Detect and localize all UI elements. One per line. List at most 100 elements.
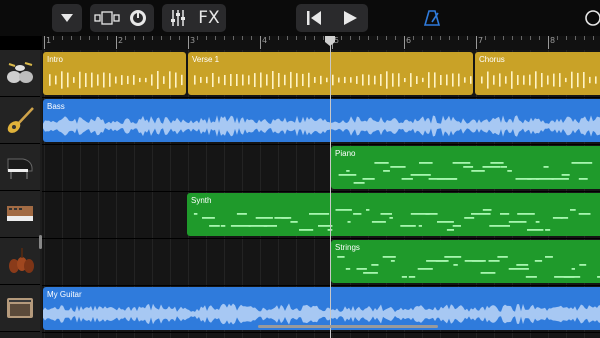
bar-number-6: 6 [406, 36, 412, 45]
fx-button[interactable]: FX [194, 4, 224, 32]
metronome-icon [423, 10, 441, 26]
ruler-tick [71, 36, 72, 40]
ruler-tick [503, 36, 504, 40]
bar-number-3: 3 [190, 36, 196, 45]
region-intro[interactable]: Intro [43, 52, 186, 95]
playhead-handle-icon[interactable] [324, 36, 336, 47]
track-view-group [90, 4, 154, 32]
ruler-tick [296, 36, 297, 40]
track-header-drums[interactable] [0, 50, 40, 97]
loop-icon [585, 10, 600, 26]
ruler-tick [395, 36, 396, 40]
view-group [52, 4, 82, 32]
ruler-tick [548, 36, 549, 49]
ruler-tick [539, 36, 540, 40]
tracks-view-button[interactable] [92, 4, 122, 32]
ruler-tick [125, 36, 126, 40]
control-bar: FX [0, 0, 600, 36]
ruler-tick [44, 36, 45, 49]
track-header-synth[interactable] [0, 191, 40, 238]
track-lane-drums[interactable]: Intro Verse 1 Chorus [42, 50, 600, 98]
track-header-my-guitar[interactable] [0, 285, 40, 332]
loop-browser-button[interactable] [578, 4, 600, 32]
ruler-tick [476, 36, 477, 49]
ruler-tick [422, 36, 423, 40]
horizontal-scrollbar[interactable] [258, 325, 438, 328]
track-header-strings[interactable] [0, 238, 40, 285]
region-piano[interactable]: Piano [331, 146, 600, 189]
metronome-button[interactable] [418, 4, 446, 32]
ruler-tick [269, 36, 270, 40]
timeline-ruler[interactable]: 1 2 3 4 5 6 7 8 [42, 36, 600, 51]
synth-keyboard-icon [7, 206, 33, 221]
ruler-tick [413, 36, 414, 40]
ruler-tick [161, 36, 162, 40]
ruler-tick [233, 36, 234, 40]
tracks-view-icon [94, 11, 120, 25]
ruler-tick [341, 36, 342, 40]
bar-number-4: 4 [262, 36, 268, 45]
bar-number-1: 1 [46, 36, 52, 45]
track-lane-bass[interactable]: Bass [42, 97, 600, 145]
master-knob-button[interactable] [124, 4, 152, 32]
ruler-tick [98, 36, 99, 40]
drum-waveform [481, 71, 597, 89]
track-area[interactable]: Intro Verse 1 Chorus Bass Piano Synth St… [42, 50, 600, 338]
master-knob-icon [130, 10, 146, 26]
dropdown-triangle-icon [61, 14, 73, 22]
ruler-tick [368, 36, 369, 40]
track-lane-synth[interactable]: Synth [42, 191, 600, 239]
ruler-tick [584, 36, 585, 40]
ruler-tick [521, 36, 522, 40]
region-chorus[interactable]: Chorus [475, 52, 600, 95]
region-synth[interactable]: Synth [187, 193, 600, 236]
ruler-tick [386, 36, 387, 40]
bar-number-7: 7 [478, 36, 484, 45]
ruler-tick [116, 36, 117, 49]
ruler-tick [179, 36, 180, 40]
ruler-tick [224, 36, 225, 40]
track-lane-strings[interactable]: Strings [42, 238, 600, 286]
drum-waveform [49, 71, 183, 89]
ruler-tick [566, 36, 567, 40]
track-header-piano[interactable] [0, 144, 40, 191]
ruler-tick [197, 36, 198, 40]
ruler-tick [152, 36, 153, 40]
transport-group [296, 4, 368, 32]
ruler-tick [494, 36, 495, 40]
ruler-tick [467, 36, 468, 40]
bar-number-8: 8 [550, 36, 556, 45]
fx-icon: FX [198, 8, 220, 28]
drums-icon [7, 62, 33, 83]
dropdown-triangle-button[interactable] [52, 4, 82, 32]
ruler-tick [485, 36, 486, 40]
ruler-tick [530, 36, 531, 40]
rewind-button[interactable] [298, 4, 330, 32]
region-my-guitar[interactable]: My Guitar [43, 287, 600, 330]
ruler-tick [170, 36, 171, 40]
mixer-sliders-icon [171, 10, 185, 26]
ruler-tick [80, 36, 81, 40]
mixer-button[interactable] [164, 4, 192, 32]
ruler-tick [251, 36, 252, 40]
ruler-tick [431, 36, 432, 40]
ruler-tick [557, 36, 558, 40]
bar-number-2: 2 [118, 36, 124, 45]
ruler-tick [89, 36, 90, 40]
ruler-tick [278, 36, 279, 40]
ruler-tick [359, 36, 360, 40]
region-bass[interactable]: Bass [43, 99, 600, 142]
midi-notes [338, 162, 593, 184]
track-lane-piano[interactable]: Piano [42, 144, 600, 192]
ruler-tick [134, 36, 135, 40]
play-button[interactable] [334, 4, 366, 32]
track-header-bass[interactable] [0, 97, 40, 144]
midi-notes [193, 209, 591, 231]
region-strings[interactable]: Strings [331, 240, 600, 283]
bass-guitar-icon [7, 107, 34, 133]
playhead[interactable] [330, 36, 331, 338]
track-header-column [0, 50, 42, 338]
ruler-tick [377, 36, 378, 40]
ruler-tick [305, 36, 306, 40]
ruler-tick [206, 36, 207, 40]
